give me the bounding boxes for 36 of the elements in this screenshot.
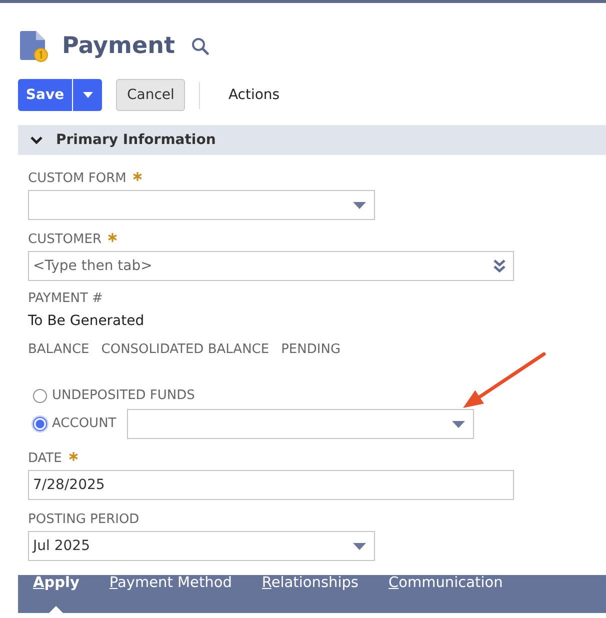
field-label: BALANCE: [28, 342, 90, 358]
field-label: CONSOLIDATED BALANCE: [101, 342, 270, 358]
save-menu-button[interactable]: [72, 79, 102, 111]
field-label: PAYMENT #: [28, 291, 103, 307]
field-label: DATE: [28, 451, 62, 467]
field-label: POSTING PERIOD: [28, 512, 140, 528]
actions-menu[interactable]: Actions: [226, 79, 282, 111]
radio-button[interactable]: [33, 417, 47, 431]
dropdown-arrow-icon: [452, 420, 466, 428]
tab[interactable]: Payment Method: [109, 575, 232, 613]
page-title: Payment: [62, 32, 175, 61]
radio-button[interactable]: [33, 389, 47, 403]
caret-icon: [82, 92, 92, 98]
field-label: PENDING: [281, 342, 341, 358]
search-icon[interactable]: [190, 37, 209, 55]
dropdown-field[interactable]: [28, 190, 375, 220]
tab[interactable]: Communication: [388, 575, 503, 613]
tab[interactable]: Relationships: [262, 575, 358, 613]
cancel-button[interactable]: Cancel: [116, 79, 186, 111]
save-button[interactable]: Save: [18, 79, 72, 111]
date-field[interactable]: 7/28/2025: [28, 470, 514, 500]
dropdown-field[interactable]: Jul 2025: [28, 531, 375, 561]
double-chevron-icon[interactable]: [493, 259, 506, 273]
chevron-icon[interactable]: [30, 136, 43, 144]
section-header[interactable]: Primary Information: [18, 125, 606, 155]
dropdown-field[interactable]: [127, 409, 474, 439]
document-coin-icon: [20, 30, 48, 62]
tab[interactable]: Apply: [33, 575, 80, 613]
field-value: To Be Generated: [28, 312, 144, 330]
radio-label: UNDEPOSITED FUNDS: [52, 388, 195, 404]
autocomplete-field[interactable]: <Type then tab>: [28, 251, 514, 281]
field-label: CUSTOM FORM: [28, 171, 126, 187]
dropdown-arrow-icon: [353, 202, 366, 208]
field-label: CUSTOMER: [28, 232, 102, 248]
radio-label: ACCOUNT: [52, 416, 116, 432]
dropdown-arrow-icon: [353, 542, 366, 550]
